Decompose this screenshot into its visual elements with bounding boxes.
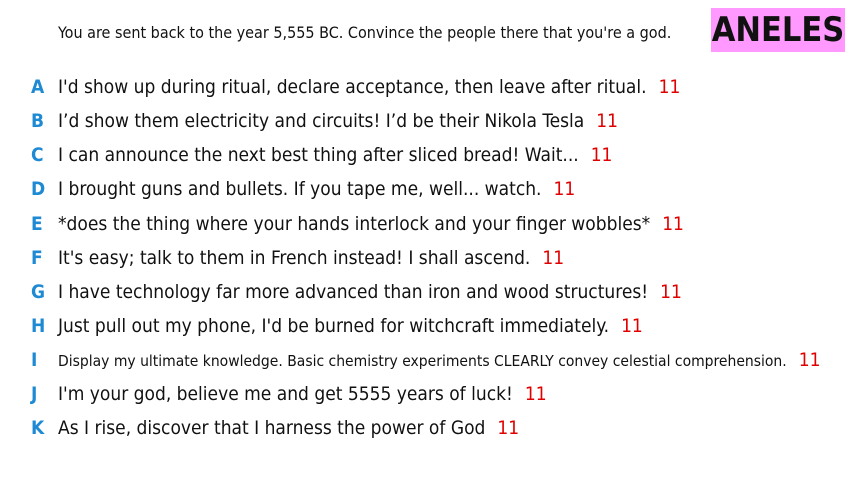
answer-text-wrap: It's easy; talk to them in French instea… — [58, 247, 564, 269]
answer-letter: A — [31, 76, 45, 98]
answer-text-wrap: *does the thing where your hands interlo… — [58, 213, 684, 235]
answer-letter: D — [31, 178, 46, 200]
answer-letter: C — [31, 144, 44, 166]
answer-score: 11 — [658, 76, 681, 98]
answer-letter: F — [31, 247, 43, 269]
answer-score: 11 — [497, 417, 520, 439]
player-name-badge: ANELES — [711, 8, 845, 52]
answer-text-wrap: I can announce the next best thing after… — [58, 144, 612, 166]
answer-text: I have technology far more advanced than… — [58, 281, 649, 303]
answer-score: 11 — [621, 315, 643, 337]
answer-text-wrap: I have technology far more advanced than… — [58, 281, 682, 303]
answer-text-wrap: Just pull out my phone, I'd be burned fo… — [58, 315, 643, 337]
answer-text: It's easy; talk to them in French instea… — [58, 247, 531, 269]
answer-letter: K — [31, 417, 45, 439]
answer-text: I’d show them electricity and circuits! … — [58, 110, 585, 132]
answer-text-wrap: I brought guns and bullets. If you tape … — [58, 178, 575, 200]
answer-text: I can announce the next best thing after… — [58, 144, 579, 166]
answer-text: I brought guns and bullets. If you tape … — [58, 178, 542, 200]
answer-score: 11 — [660, 281, 682, 303]
answer-text: *does the thing where your hands interlo… — [58, 213, 651, 235]
answer-text-wrap: I’d show them electricity and circuits! … — [58, 110, 618, 132]
answer-score: 11 — [524, 383, 547, 405]
answer-score: 11 — [596, 110, 619, 132]
prompt-text: You are sent back to the year 5,555 BC. … — [58, 23, 672, 42]
answer-text: Display my ultimate knowledge. Basic che… — [58, 352, 787, 370]
answer-score: 11 — [590, 144, 613, 166]
answer-text-wrap: Display my ultimate knowledge. Basic che… — [58, 349, 820, 371]
answer-text: As I rise, discover that I harness the p… — [58, 417, 486, 439]
answer-score: 11 — [542, 247, 565, 269]
answer-text: I'm your god, believe me and get 5555 ye… — [58, 383, 513, 405]
answer-letter: I — [31, 349, 38, 371]
answer-letter: B — [31, 110, 45, 132]
answer-score: 11 — [798, 349, 821, 371]
answer-text: I'd show up during ritual, declare accep… — [58, 76, 647, 98]
answer-letter: H — [31, 315, 46, 337]
answer-text-wrap: I'm your god, believe me and get 5555 ye… — [58, 383, 547, 405]
answer-text-wrap: I'd show up during ritual, declare accep… — [58, 76, 680, 98]
answer-letter: G — [31, 281, 46, 303]
answer-letter: J — [31, 383, 38, 405]
answer-letter: E — [31, 213, 43, 235]
answer-text: Just pull out my phone, I'd be burned fo… — [58, 315, 610, 337]
answer-score: 11 — [662, 213, 684, 235]
answer-score: 11 — [553, 178, 576, 200]
answer-text-wrap: As I rise, discover that I harness the p… — [58, 417, 519, 439]
